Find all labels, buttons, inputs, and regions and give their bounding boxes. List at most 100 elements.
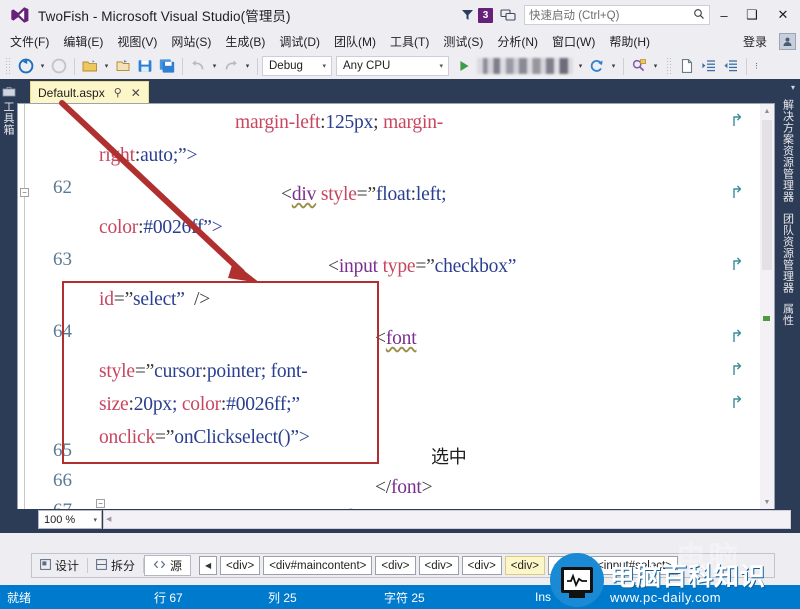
fold-collapse-box[interactable]: − [96,499,105,508]
menu-item-help[interactable]: 帮助(H) [602,31,657,52]
split-view-button[interactable]: 拆分 [88,555,143,576]
solution-platform-dropdown[interactable]: Any CPU ▾ [336,56,449,76]
standard-toolbar: ▾ ▾ ▾ ▾ Debug ▾ Any CPU ▾ ▾ ▾ ▾ ⋮ [0,53,800,79]
menu-item-view[interactable]: 视图(V) [110,31,164,52]
status-bar: 就绪 行 67 列 25 字符 25 Ins [0,585,800,609]
toolbox-icon [2,85,16,98]
refresh-dropdown[interactable]: ▾ [608,55,619,77]
tag-chip[interactable]: <div> [220,556,261,575]
code-editor[interactable]: − margin-left:125px; margin-right:auto;”… [17,103,775,509]
redo-icon[interactable] [220,55,242,77]
line-number: 67 [18,501,76,509]
signin-button[interactable]: 登录 [735,31,775,52]
undo-icon[interactable] [187,55,209,77]
solution-config-dropdown[interactable]: Debug ▾ [262,56,332,76]
account-icon[interactable] [779,33,796,50]
menu-item-test[interactable]: 测试(S) [436,31,490,52]
notification-flag-icon[interactable] [460,8,476,22]
toolbar-grip[interactable] [5,57,12,75]
sidebar-item-team-explorer[interactable]: 团队资源管理器 [780,213,796,294]
editor-vertical-scrollbar[interactable]: ✣ ▲ ▼ [760,104,774,509]
chevron-down-icon[interactable]: ▾ [791,83,795,92]
menu-item-website[interactable]: 网站(S) [164,31,218,52]
menu-item-edit[interactable]: 编辑(E) [56,31,110,52]
code-line: 64 <font style=”cursor:pointer; font-size… [18,322,762,452]
browser-target-arrow[interactable]: ▾ [575,55,586,77]
source-view-icon [153,559,166,573]
toolbar-grip[interactable] [666,57,673,75]
new-file-icon[interactable] [676,55,698,77]
toolbar-overflow-icon[interactable]: ⋮ [751,55,762,77]
redo-dropdown[interactable]: ▾ [242,55,253,77]
chevron-down-icon[interactable]: ▾ [322,62,326,70]
zoom-level-value: 100 % [44,513,76,526]
maximize-button[interactable]: ❑ [738,0,766,30]
menu-item-analyze[interactable]: 分析(N) [490,31,545,52]
new-project-dropdown[interactable]: ▾ [101,55,112,77]
scrollbar-thumb[interactable] [762,120,772,270]
menu-item-file[interactable]: 文件(F) [3,31,56,52]
code-line: 62 <div style=”float:left; color:#0026ff”… [18,178,762,250]
tag-chip[interactable]: <div> [461,556,502,575]
sidebar-item-properties[interactable]: 属性 [780,303,796,326]
browser-target-dropdown[interactable] [477,58,573,74]
solution-platform-value: Any CPU [343,60,391,72]
menu-item-build[interactable]: 生成(B) [218,31,272,52]
sidebar-item-solution-explorer[interactable]: 解决方案资源管理器 [780,99,796,203]
design-view-button[interactable]: 设计 [32,555,87,576]
window-title: TwoFish - Microsoft Visual Studio(管理员) [38,9,291,24]
navigate-back-icon[interactable] [15,55,37,77]
notification-count-badge[interactable]: 3 [478,7,493,23]
toolbar-separator [74,57,75,75]
source-view-button[interactable]: 源 [144,555,192,576]
zoom-level-dropdown[interactable]: 100 % ▾ [38,510,102,529]
navigate-forward-icon[interactable] [48,55,70,77]
tag-chip[interactable]: <div> [375,556,416,575]
menu-item-team[interactable]: 团队(M) [327,31,383,52]
scrollbar-change-marker [763,316,770,321]
tag-chip[interactable]: <div#maincontent> [263,556,373,575]
menu-item-window[interactable]: 窗口(W) [545,31,602,52]
toolbar-separator [746,57,747,75]
document-tab-default-aspx[interactable]: Default.aspx ⚲ ✕ [30,81,149,103]
navigate-back-dropdown[interactable]: ▾ [37,55,48,77]
pin-icon[interactable]: ⚲ [114,86,122,99]
minimize-button[interactable]: – [710,0,738,30]
menu-item-debug[interactable]: 调试(D) [272,31,327,52]
save-all-icon[interactable] [156,55,178,77]
menu-item-tools[interactable]: 工具(T) [383,31,436,52]
editor-horizontal-scrollbar[interactable]: ◀ [103,510,791,529]
start-debug-play-icon[interactable] [453,55,475,77]
close-icon[interactable]: ✕ [131,86,141,100]
line-content: </div> [76,501,762,509]
new-project-icon[interactable] [79,55,101,77]
close-button[interactable]: ✕ [766,0,800,30]
toolbar-separator [623,57,624,75]
magnifier-icon[interactable] [693,8,705,23]
tag-chip[interactable]: <input#select> [591,556,678,575]
open-file-icon[interactable] [112,55,134,77]
chevron-down-icon[interactable]: ▾ [439,62,443,70]
indent-icon[interactable] [698,55,720,77]
refresh-icon[interactable] [586,55,608,77]
tag-chip[interactable]: <div> [418,556,459,575]
feedback-icon[interactable] [500,8,516,22]
line-content: <input type=”checkbox” id=”select” /> [99,256,517,310]
line-number: 65 [53,440,72,461]
save-icon[interactable] [134,55,156,77]
sidebar-item-toolbox[interactable]: 工具箱 [0,101,16,136]
scroll-up-button[interactable]: ▲ [760,104,774,118]
find-dropdown[interactable]: ▾ [650,55,661,77]
scroll-left-button[interactable]: ◀ [106,515,111,523]
tag-chip-selected[interactable]: <div> [504,556,545,575]
line-number: 66 [53,470,72,491]
tag-nav-scroll-left-button[interactable]: ◀ [199,556,218,575]
outdent-icon[interactable] [720,55,742,77]
find-in-files-icon[interactable] [628,55,650,77]
scroll-down-button[interactable]: ▼ [760,495,774,509]
undo-dropdown[interactable]: ▾ [209,55,220,77]
chevron-down-icon[interactable]: ▾ [93,516,97,524]
tag-chip[interactable]: <div> [547,556,589,575]
quick-launch-input[interactable]: 快速启动 (Ctrl+Q) [524,5,710,25]
code-line: 67 </div> [18,501,762,509]
